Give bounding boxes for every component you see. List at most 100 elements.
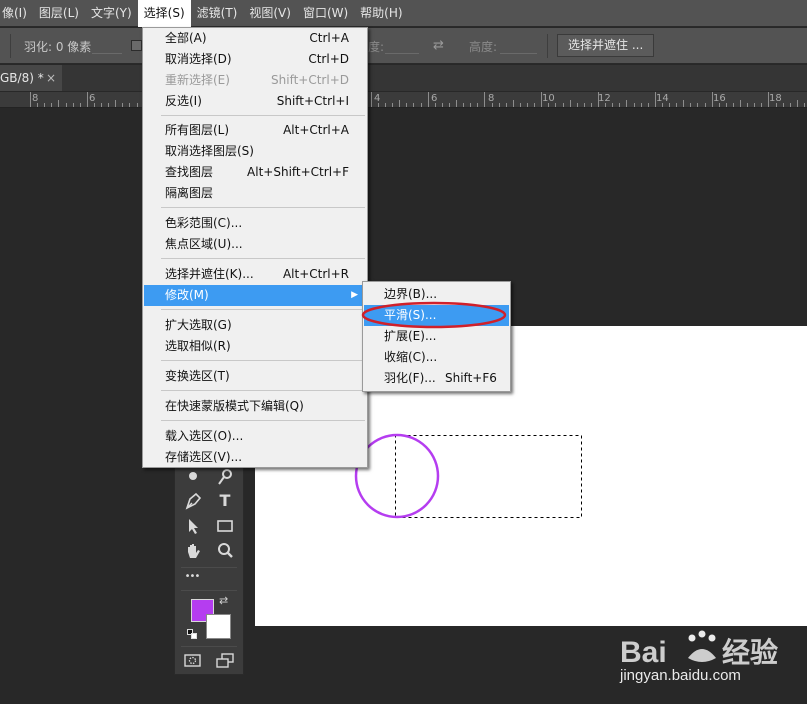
ruler-tick: [65, 103, 67, 107]
menu-item-quick-mask[interactable]: 在快速蒙版模式下编辑(Q): [144, 396, 366, 417]
ruler-tick: [754, 103, 756, 107]
width-label: 度:: [368, 40, 385, 54]
ruler-tick: [115, 100, 117, 107]
menu-item-label: 选择并遮住(K)...: [165, 267, 254, 281]
horizontal-ruler: 8 6 4 2 0 2 4 6 8 10 12 14 16 18: [0, 92, 807, 108]
menu-item-label: 隔离图层: [165, 186, 214, 200]
ruler-tick: [612, 103, 614, 107]
menu-item-similar[interactable]: 选取相似(R): [144, 336, 366, 357]
select-and-mask-button[interactable]: 选择并遮住 ...: [557, 34, 655, 57]
menu-item-label: 修改(M): [165, 288, 209, 302]
ruler-tick: [569, 100, 571, 107]
menu-help[interactable]: 帮助(H): [354, 0, 408, 27]
menu-image[interactable]: 像(I): [0, 0, 33, 27]
menu-item-shortcut: Shift+Ctrl+I: [276, 94, 349, 108]
submenu-item-expand[interactable]: 扩展(E)...: [364, 326, 509, 347]
ruler-tick: [512, 100, 514, 107]
svg-text:Bai: Bai: [620, 636, 667, 669]
close-icon[interactable]: ×: [46, 65, 56, 91]
ruler-tick: [79, 103, 81, 107]
menu-separator: [161, 207, 365, 208]
ruler-tick: [647, 103, 649, 107]
menu-item-transform-selection[interactable]: 变换选区(T): [144, 366, 366, 387]
quick-mask-icon[interactable]: [182, 649, 204, 671]
document-tab-strip: GB/8) * ×: [0, 65, 807, 91]
menu-item-all[interactable]: 全部(A) Ctrl+A: [144, 28, 366, 49]
menu-type[interactable]: 文字(Y): [85, 0, 138, 27]
ruler-tick: [413, 103, 415, 107]
dodge-icon[interactable]: [214, 466, 236, 488]
zoom-icon[interactable]: [214, 540, 236, 562]
menu-item-grow[interactable]: 扩大选取(G): [144, 315, 366, 336]
swap-dimensions-icon[interactable]: ⇄: [433, 38, 444, 53]
menu-item-label: 平滑(S)...: [384, 308, 437, 322]
menu-item-isolate-layers[interactable]: 隔离图层: [144, 183, 366, 204]
swap-colors-icon[interactable]: ⇄: [219, 594, 228, 607]
background-color-swatch[interactable]: [206, 614, 231, 639]
ruler-tick: [654, 92, 656, 107]
rectangle-tool-icon[interactable]: [214, 515, 236, 537]
menu-item-shortcut: Shift+Ctrl+D: [271, 73, 349, 87]
menu-item-color-range[interactable]: 色彩范围(C)...: [144, 213, 366, 234]
ruler-tick: [718, 103, 720, 107]
menu-view[interactable]: 视图(V): [243, 0, 297, 27]
ruler-tick: [441, 103, 443, 107]
menu-layer[interactable]: 图层(L): [33, 0, 85, 27]
pen-icon[interactable]: [182, 490, 204, 512]
ruler-tick: [58, 100, 60, 107]
submenu-item-feather[interactable]: 羽化(F)... Shift+F6: [364, 368, 509, 389]
menu-item-modify[interactable]: 修改(M) ▶: [144, 285, 366, 306]
menu-separator: [161, 309, 365, 310]
ruler-tick: [740, 100, 741, 107]
ruler-tick: [420, 103, 422, 107]
ruler-tick: [484, 92, 486, 107]
submenu-item-smooth[interactable]: 平滑(S)...: [364, 305, 509, 326]
menu-item-inverse[interactable]: 反选(I) Shift+Ctrl+I: [144, 91, 366, 112]
screen-mode-icon[interactable]: [214, 649, 236, 671]
menu-item-label: 焦点区域(U)...: [165, 237, 243, 251]
width-input-underline[interactable]: [385, 53, 419, 54]
ruler-tick: [51, 103, 53, 107]
ruler-tick: [803, 103, 805, 107]
menu-item-label: 查找图层: [165, 165, 214, 179]
menu-item-all-layers[interactable]: 所有图层(L) Alt+Ctrl+A: [144, 120, 366, 141]
path-selection-icon[interactable]: [182, 515, 204, 537]
menu-item-save-selection[interactable]: 存储选区(V)...: [144, 447, 366, 468]
more-tools-icon[interactable]: •••: [181, 566, 203, 588]
type-tool-icon[interactable]: T: [214, 490, 236, 512]
feather-input-underline[interactable]: [92, 53, 122, 54]
menu-item-focus-area[interactable]: 焦点区域(U)...: [144, 234, 366, 255]
ruler-tick: [44, 103, 46, 107]
menu-window[interactable]: 窗口(W): [297, 0, 354, 27]
menu-item-deselect-layers[interactable]: 取消选择图层(S): [144, 141, 366, 162]
document-tab[interactable]: GB/8) * ×: [0, 65, 62, 91]
feather-label: 羽化: 0 像素: [24, 40, 92, 54]
menu-select[interactable]: 选择(S): [137, 0, 191, 27]
menu-item-label: 存储选区(V)...: [165, 450, 243, 464]
ruler-tick: [477, 103, 479, 107]
ruler-tick: [725, 103, 727, 107]
tools-divider: [181, 590, 237, 591]
menu-item-reselect[interactable]: 重新选择(E) Shift+Ctrl+D: [144, 70, 366, 91]
menu-item-load-selection[interactable]: 载入选区(O)...: [144, 426, 366, 447]
height-input-underline[interactable]: [500, 53, 537, 54]
menu-item-find-layers[interactable]: 查找图层 Alt+Shift+Ctrl+F: [144, 162, 366, 183]
ruler-tick: [136, 103, 138, 107]
menu-item-label: 重新选择(E): [165, 73, 230, 87]
options-divider: [547, 34, 548, 58]
menu-item-select-and-mask[interactable]: 选择并遮住(K)... Alt+Ctrl+R: [144, 264, 366, 285]
menu-item-shortcut: Shift+F6: [445, 371, 497, 385]
hand-tool-icon[interactable]: [182, 540, 204, 562]
submenu-item-contract[interactable]: 收缩(C)...: [364, 347, 509, 368]
default-colors-icon[interactable]: [187, 629, 197, 639]
ruler-tick: [377, 103, 379, 107]
brush-icon[interactable]: [182, 466, 204, 488]
anti-alias-checkbox[interactable]: [131, 40, 142, 51]
ruler-tick: [768, 92, 770, 107]
svg-text:经验: 经验: [722, 636, 778, 668]
submenu-item-border[interactable]: 边界(B)...: [364, 284, 509, 305]
menu-filter[interactable]: 滤镜(T): [191, 0, 244, 27]
menu-item-label: 变换选区(T): [165, 369, 230, 383]
menu-item-label: 在快速蒙版模式下编辑(Q): [165, 399, 304, 413]
menu-item-deselect[interactable]: 取消选择(D) Ctrl+D: [144, 49, 366, 70]
